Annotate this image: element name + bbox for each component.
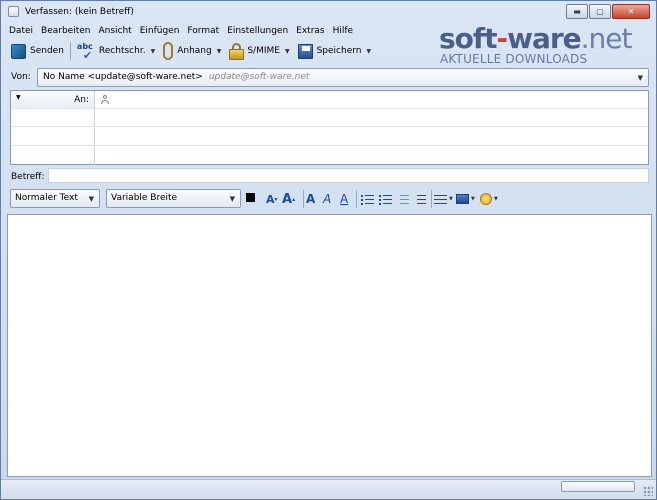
align-button[interactable]: ▼ — [434, 191, 453, 207]
align-dropdown-icon: ▼ — [449, 196, 453, 202]
toolbar-separator — [69, 42, 71, 60]
insert-image-icon — [456, 194, 469, 204]
insert-button[interactable]: ▼ — [456, 191, 475, 207]
message-body-editor[interactable] — [7, 214, 652, 477]
subject-input[interactable] — [48, 168, 649, 183]
chevron-down-icon: ▼ — [16, 94, 21, 101]
outdent-icon — [396, 194, 409, 205]
recipient-row[interactable] — [11, 147, 648, 165]
subject-label: Betreff: — [11, 172, 45, 182]
chevron-down-icon: ▼ — [229, 195, 235, 203]
foreground-color-icon — [246, 192, 255, 202]
logo-subtitle: AKTUELLE DOWNLOADS — [440, 52, 588, 66]
paperclip-icon — [163, 42, 174, 60]
smiley-icon — [480, 193, 492, 205]
save-icon — [297, 43, 313, 59]
align-icon — [434, 194, 447, 205]
from-account: update@soft-ware.net — [208, 72, 310, 82]
bullet-list-button[interactable] — [361, 191, 374, 207]
font-smaller-button[interactable]: A ▾ — [266, 191, 278, 207]
recipient-type-select[interactable]: ▼ An: — [11, 91, 95, 109]
watermark-logo: soft-ware.net AKTUELLE DOWNLOADS — [439, 22, 644, 70]
window-controls: ▬ ▢ ✕ — [566, 4, 650, 19]
text-color-button[interactable] — [246, 189, 255, 205]
recipient-row[interactable] — [11, 128, 648, 146]
smime-label: S/MIME — [247, 46, 280, 56]
recipient-list: ▼ An: — [10, 90, 649, 165]
save-label: Speichern — [316, 46, 362, 56]
outdent-button[interactable] — [396, 191, 409, 207]
minimize-button[interactable]: ▬ — [566, 4, 588, 19]
maximize-button[interactable]: ▢ — [589, 4, 611, 19]
save-dropdown-icon[interactable]: ▼ — [366, 48, 371, 55]
menu-hilfe[interactable]: Hilfe — [329, 24, 357, 38]
window-title: Verfassen: (kein Betreff) — [25, 7, 134, 17]
menu-einfuegen[interactable]: Einfügen — [136, 24, 184, 38]
format-toolbar: Normaler Text ▼ Variable Breite ▼ A ▾ A ▴ … — [10, 187, 650, 211]
spellcheck-dropdown-icon[interactable]: ▼ — [151, 48, 156, 55]
paragraph-format-value: Normaler Text — [15, 193, 78, 203]
chevron-down-icon: ▼ — [88, 195, 94, 203]
italic-button[interactable]: A — [323, 191, 331, 207]
menu-bar: Datei Bearbeiten Ansicht Einfügen Format… — [5, 24, 357, 38]
from-select[interactable]: No Name <update@soft-ware.net> update@sof… — [37, 68, 649, 87]
spellcheck-icon: abc ✔ — [76, 42, 93, 62]
recipient-row: ▼ An: — [11, 91, 648, 109]
save-button[interactable]: Speichern ▼ — [294, 40, 376, 62]
recipient-type-cell — [11, 147, 95, 165]
smiley-button[interactable]: ▼ — [480, 191, 498, 207]
send-label: Senden — [30, 46, 64, 56]
lock-icon — [229, 43, 245, 60]
spellcheck-label: Rechtschr. — [98, 46, 146, 56]
from-label: Von: — [11, 72, 31, 82]
send-icon — [11, 43, 26, 59]
recipient-type-label: An: — [74, 95, 89, 105]
format-separator — [303, 190, 304, 208]
recipient-type-cell — [11, 109, 95, 127]
paragraph-format-select[interactable]: Normaler Text ▼ — [10, 189, 100, 208]
status-bar — [1, 479, 656, 499]
chevron-down-icon: ▼ — [637, 74, 643, 82]
indent-icon — [413, 194, 426, 205]
indent-button[interactable] — [413, 191, 426, 207]
resize-grip[interactable] — [643, 486, 653, 496]
compose-window: Verfassen: (kein Betreff) ▬ ▢ ✕ Datei Be… — [0, 0, 657, 500]
attach-button[interactable]: Anhang ▼ — [159, 40, 225, 62]
insert-dropdown-icon: ▼ — [471, 196, 475, 202]
person-icon — [101, 95, 109, 104]
attach-label: Anhang — [177, 46, 212, 56]
spellcheck-button[interactable]: abc ✔ Rechtschr. ▼ — [73, 40, 159, 62]
progress-meter — [561, 481, 635, 492]
recipient-type-cell — [11, 128, 95, 146]
logo-text: soft-ware.net — [439, 22, 633, 55]
format-separator — [356, 190, 357, 208]
menu-ansicht[interactable]: Ansicht — [94, 24, 135, 38]
menu-format[interactable]: Format — [183, 24, 223, 38]
underline-button[interactable]: A — [340, 191, 348, 207]
menu-datei[interactable]: Datei — [5, 24, 37, 38]
font-larger-button[interactable]: A ▴ — [282, 191, 295, 207]
smime-button[interactable]: S/MIME ▼ — [225, 40, 293, 62]
bullet-list-icon — [361, 194, 374, 205]
compose-toolbar: Senden abc ✔ Rechtschr. ▼ Anhang ▼ S/MIM… — [7, 39, 375, 63]
font-select[interactable]: Variable Breite ▼ — [106, 189, 241, 208]
font-value: Variable Breite — [111, 193, 178, 203]
attach-dropdown-icon[interactable]: ▼ — [217, 48, 222, 55]
smime-dropdown-icon[interactable]: ▼ — [285, 48, 290, 55]
numbered-list-icon — [379, 194, 392, 205]
menu-extras[interactable]: Extras — [292, 24, 328, 38]
app-icon — [8, 6, 19, 17]
smiley-dropdown-icon: ▼ — [494, 196, 498, 202]
title-bar: Verfassen: (kein Betreff) ▬ ▢ ✕ — [1, 1, 656, 23]
send-button[interactable]: Senden — [7, 40, 68, 62]
close-button[interactable]: ✕ — [612, 4, 650, 19]
numbered-list-button[interactable] — [379, 191, 392, 207]
from-value: No Name <update@soft-ware.net> — [43, 72, 203, 82]
menu-bearbeiten[interactable]: Bearbeiten — [37, 24, 94, 38]
bold-button[interactable]: A — [306, 191, 315, 207]
format-separator — [431, 190, 432, 208]
recipient-row[interactable] — [11, 109, 648, 127]
menu-einstellungen[interactable]: Einstellungen — [223, 24, 292, 38]
